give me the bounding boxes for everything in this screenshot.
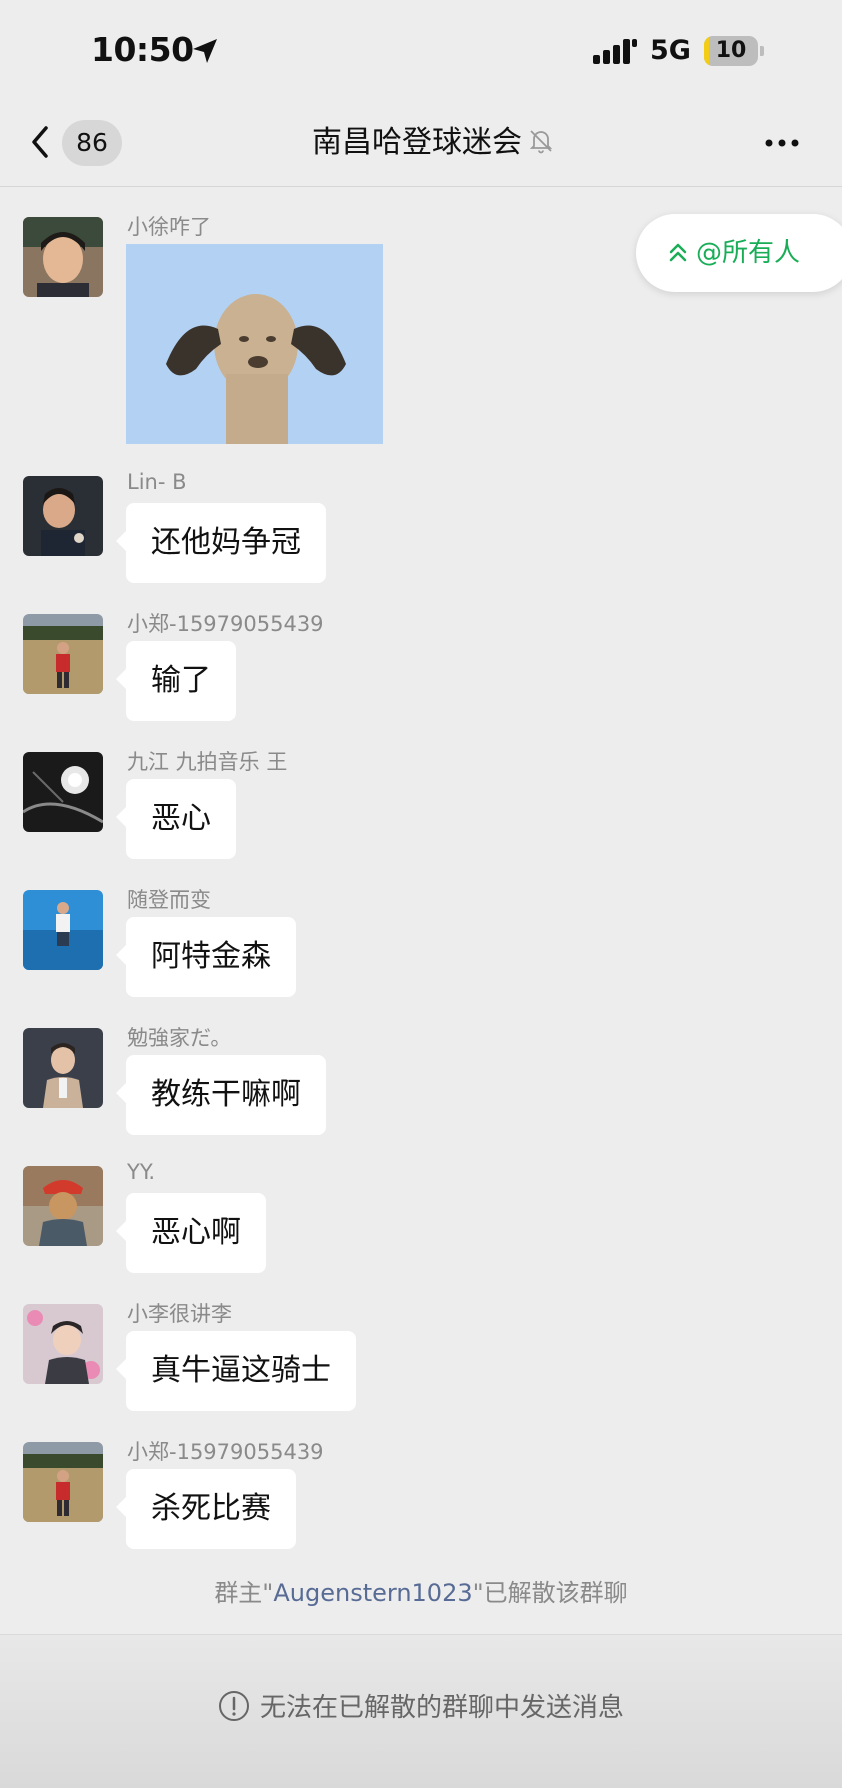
chat-title-container[interactable]: 南昌哈登球迷会 (0, 120, 842, 166)
network-type: 5G (650, 35, 691, 66)
more-options-icon[interactable] (764, 130, 800, 156)
double-chevron-up-icon (669, 243, 687, 262)
avatar[interactable] (23, 217, 103, 297)
notice-prefix: 群主" (214, 1579, 274, 1607)
mute-bell-icon (529, 130, 553, 154)
mention-all-button[interactable]: @所有人 (636, 214, 842, 292)
sender-name: 勉強家だ。 (127, 1026, 232, 1050)
footer-content: 无法在已解散的群聊中发送消息 (0, 1687, 842, 1724)
sender-name: YY. (127, 1160, 156, 1184)
sender-name: 小郑-15979055439 (127, 612, 324, 636)
sender-name: 小徐咋了 (127, 215, 211, 239)
nav-bar: 86 南昌哈登球迷会 (0, 100, 842, 187)
avatar[interactable] (23, 614, 103, 694)
chat-title: 南昌哈登球迷会 (312, 125, 522, 160)
message-bubble[interactable]: 教练干嘛啊 (116, 1055, 326, 1135)
footer-message: 无法在已解散的群聊中发送消息 (259, 1693, 624, 1723)
avatar[interactable] (23, 1166, 103, 1246)
sender-name: 小李很讲李 (127, 1302, 232, 1326)
status-bar: 10:50 5G 10 (0, 0, 842, 100)
avatar[interactable] (23, 1304, 103, 1384)
battery-cap (760, 46, 764, 56)
sender-name: 小郑-15979055439 (127, 1440, 324, 1464)
disabled-input-bar: 无法在已解散的群聊中发送消息 (0, 1634, 842, 1788)
avatar[interactable] (23, 752, 103, 832)
sender-name: 随登而变 (127, 888, 211, 912)
battery-icon: 10 (704, 36, 758, 66)
message-bubble[interactable]: 还他妈争冠 (116, 503, 326, 583)
avatar[interactable] (23, 1442, 103, 1522)
location-arrow-icon (193, 39, 217, 63)
cellular-signal-icon (593, 39, 637, 64)
group-dissolved-notice: 群主"Augenstern1023"已解散该群聊 (0, 1573, 842, 1608)
exclamation-circle-icon (218, 1691, 249, 1721)
message-bubble[interactable]: 阿特金森 (116, 917, 296, 997)
notice-suffix: "已解散该群聊 (472, 1579, 628, 1607)
message-bubble[interactable]: 恶心啊 (116, 1193, 266, 1273)
message-bubble[interactable]: 输了 (116, 641, 236, 721)
avatar[interactable] (23, 890, 103, 970)
message-bubble[interactable]: 真牛逼这骑士 (116, 1331, 356, 1411)
avatar[interactable] (23, 476, 103, 556)
dog-meme-sticker[interactable] (126, 244, 383, 444)
avatar[interactable] (23, 1028, 103, 1108)
sender-name: Lin- B (127, 470, 187, 494)
status-time: 10:50 (91, 30, 194, 69)
message-bubble[interactable]: 杀死比赛 (116, 1469, 296, 1549)
message-bubble[interactable]: 恶心 (116, 779, 236, 859)
battery-percent: 10 (715, 38, 747, 63)
sender-name: 九江 九拍音乐 王 (127, 750, 288, 774)
mention-all-label: @所有人 (696, 238, 801, 268)
group-owner-link[interactable]: Augenstern1023 (273, 1579, 472, 1607)
